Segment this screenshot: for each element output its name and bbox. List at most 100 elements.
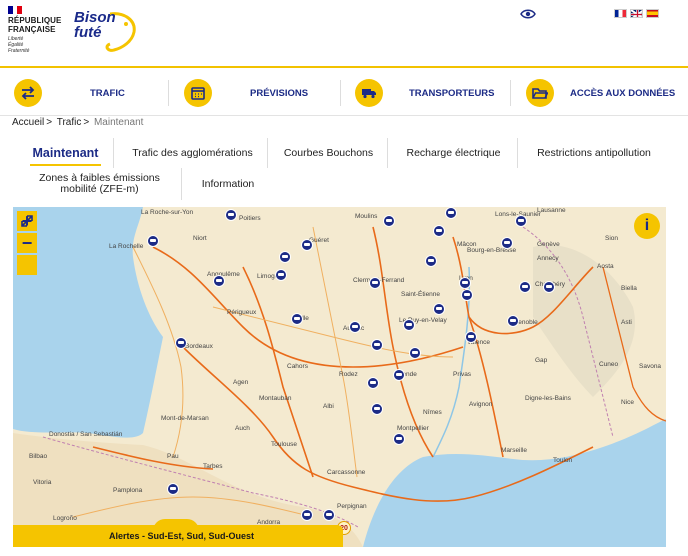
- traffic-event-marker[interactable]: [371, 339, 383, 351]
- city-label: Carcassonne: [327, 469, 366, 476]
- traffic-event-marker[interactable]: [279, 251, 291, 263]
- bison-fute-logo[interactable]: Bison futé: [74, 10, 144, 56]
- republique-francaise-logo[interactable]: RÉPUBLIQUE FRANÇAISE Liberté Égalité Fra…: [8, 6, 70, 54]
- traffic-event-marker[interactable]: [367, 377, 379, 389]
- nav-divider: [510, 80, 511, 106]
- city-label: Albi: [323, 403, 334, 410]
- nav-acces-donnees[interactable]: ACCÈS AUX DONNÉES: [526, 78, 675, 108]
- city-label: Montpellier: [397, 425, 429, 432]
- city-label: Cahors: [287, 363, 308, 370]
- breadcrumb-current: Maintenant: [93, 117, 144, 128]
- truck-icon: [355, 79, 383, 107]
- tab-courbes-bouchons[interactable]: Courbes Bouchons: [270, 138, 388, 168]
- city-label: Saint-Étienne: [401, 291, 441, 298]
- traffic-event-marker[interactable]: [465, 331, 477, 343]
- city-label: Biella: [621, 285, 637, 292]
- traffic-event-marker[interactable]: [147, 235, 159, 247]
- city-label: La Roche-sur-Yon: [141, 209, 194, 216]
- map-info-button[interactable]: i: [634, 213, 660, 239]
- tab-restrictions-antipollution[interactable]: Restrictions antipollution: [522, 138, 666, 168]
- traffic-event-marker[interactable]: [445, 207, 457, 219]
- traffic-event-marker[interactable]: [393, 369, 405, 381]
- traffic-event-marker[interactable]: [349, 321, 361, 333]
- traffic-event-marker[interactable]: [301, 509, 313, 521]
- traffic-event-marker[interactable]: [213, 275, 225, 287]
- traffic-event-marker[interactable]: [459, 277, 471, 289]
- nav-trafic-label: TRAFIC: [90, 87, 125, 99]
- traffic-event-marker[interactable]: [225, 209, 237, 221]
- city-label: Nîmes: [423, 409, 442, 416]
- traffic-event-marker[interactable]: [175, 337, 187, 349]
- nav-transporteurs[interactable]: TRANSPORTEURS: [355, 78, 495, 108]
- traffic-event-marker[interactable]: [409, 347, 421, 359]
- nav-trafic[interactable]: TRAFIC: [14, 78, 125, 108]
- city-label: Avignon: [469, 401, 493, 408]
- city-label: Pau: [167, 453, 179, 460]
- swap-arrows-icon: [14, 79, 42, 107]
- traffic-event-marker[interactable]: [323, 509, 335, 521]
- city-label: Savona: [639, 363, 662, 370]
- traffic-event-marker[interactable]: [393, 433, 405, 445]
- city-label: Niort: [193, 235, 207, 242]
- traffic-event-marker[interactable]: [515, 215, 527, 227]
- nav-transporteurs-label: TRANSPORTEURS: [409, 87, 495, 99]
- alerts-bar[interactable]: Alertes - Sud-Est, Sud, Sud-Ouest: [13, 519, 343, 547]
- language-switcher: [614, 9, 659, 18]
- traffic-event-marker[interactable]: [371, 403, 383, 415]
- traffic-event-marker[interactable]: [403, 319, 415, 331]
- nav-acces-donnees-label: ACCÈS AUX DONNÉES: [570, 87, 676, 99]
- traffic-event-marker[interactable]: [507, 315, 519, 327]
- traffic-event-marker[interactable]: [501, 237, 513, 249]
- traffic-event-marker[interactable]: [383, 215, 395, 227]
- city-label: Genève: [537, 241, 560, 248]
- tab-trafic-agglomerations[interactable]: Trafic des agglomérations: [118, 138, 268, 168]
- traffic-event-marker[interactable]: [369, 277, 381, 289]
- city-label: Moulins: [355, 213, 378, 220]
- flag-fr-icon[interactable]: [614, 9, 627, 18]
- flag-en-icon[interactable]: [630, 9, 643, 18]
- breadcrumb-section[interactable]: Trafic: [57, 117, 82, 128]
- nav-previsions[interactable]: PRÉVISIONS: [184, 78, 308, 108]
- traffic-event-marker[interactable]: [433, 303, 445, 315]
- traffic-event-marker[interactable]: [291, 313, 303, 325]
- traffic-event-marker[interactable]: [167, 483, 179, 495]
- city-label: Toulouse: [271, 441, 298, 448]
- traffic-event-marker[interactable]: [461, 289, 473, 301]
- tab-zfe[interactable]: Zones à faibles émissions mobilité (ZFE-…: [18, 168, 182, 200]
- city-label: Auch: [235, 425, 250, 432]
- flag-es-icon[interactable]: [646, 9, 659, 18]
- traffic-event-marker[interactable]: [543, 281, 555, 293]
- zoom-controls: + −: [17, 211, 37, 275]
- city-label: Asti: [621, 319, 632, 326]
- city-label: Toulon: [553, 457, 573, 464]
- tab-maintenant[interactable]: Maintenant: [18, 138, 114, 168]
- traffic-event-marker[interactable]: [275, 269, 287, 281]
- city-label: Nice: [621, 399, 635, 406]
- traffic-event-marker[interactable]: [425, 255, 437, 267]
- brand-line1: Bison: [74, 9, 116, 26]
- city-label: Tarbes: [203, 463, 223, 470]
- nav-divider: [168, 80, 169, 106]
- eye-icon[interactable]: [520, 8, 536, 20]
- traffic-event-marker[interactable]: [301, 239, 313, 251]
- city-label: Périgueux: [227, 309, 257, 316]
- breadcrumb-home[interactable]: Accueil: [12, 117, 44, 128]
- traffic-event-marker[interactable]: [519, 281, 531, 293]
- rf-motto: Liberté Égalité Fraternité: [8, 36, 30, 54]
- city-label: Privas: [453, 371, 472, 378]
- city-label: Cuneo: [599, 361, 619, 368]
- expand-icon: [21, 215, 33, 227]
- city-label: Mont-de-Marsan: [161, 415, 209, 422]
- zoom-out-button[interactable]: −: [17, 233, 37, 253]
- folder-icon: [526, 79, 554, 107]
- calendar-icon: [184, 79, 212, 107]
- fullscreen-button[interactable]: [17, 215, 37, 275]
- city-label: Rodez: [339, 371, 358, 378]
- tab-recharge-electrique[interactable]: Recharge électrique: [390, 138, 518, 168]
- french-flag-icon: [8, 6, 23, 14]
- nav-divider: [340, 80, 341, 106]
- traffic-map[interactable]: La Roche-sur-Yon Niort La Rochelle Poiti…: [13, 207, 666, 547]
- tab-information[interactable]: Information: [184, 168, 272, 200]
- city-label: Aosta: [597, 263, 614, 270]
- traffic-event-marker[interactable]: [433, 225, 445, 237]
